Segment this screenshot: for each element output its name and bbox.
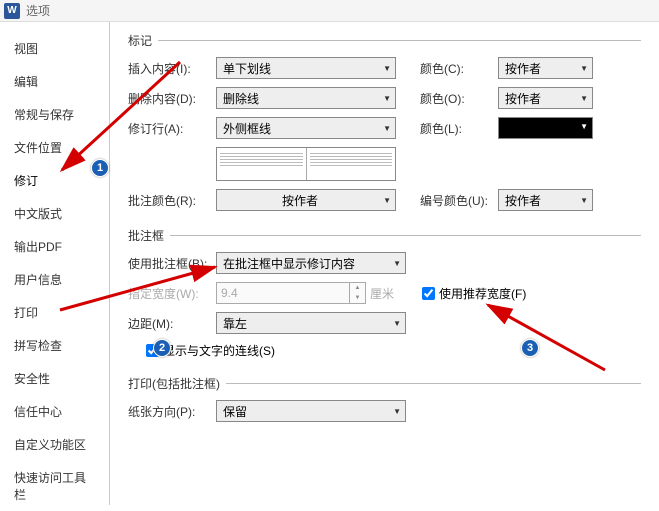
sidebar-item-9[interactable]: 拼写检查 — [0, 329, 109, 362]
label-insert: 插入内容(I): — [128, 60, 216, 77]
spin-up-icon[interactable]: ▲ — [350, 283, 365, 293]
annotation-badge-1: 1 — [91, 159, 109, 177]
legend-print: 打印(包括批注框) — [128, 375, 226, 392]
checkbox-recommended-width[interactable]: 使用推荐宽度(F) — [422, 285, 526, 302]
group-print: 打印(包括批注框) 纸张方向(P): 保留 — [128, 375, 641, 430]
sidebar-item-5[interactable]: 中文版式 — [0, 197, 109, 230]
sidebar-item-10[interactable]: 安全性 — [0, 362, 109, 395]
label-num-color: 编号颜色(U): — [420, 192, 498, 209]
dropdown-insert[interactable]: 单下划线 — [216, 57, 396, 79]
dropdown-margin[interactable]: 靠左 — [216, 312, 406, 334]
sidebar-item-0[interactable]: 视图 — [0, 32, 109, 65]
dropdown-use-balloon[interactable]: 在批注框中显示修订内容 — [216, 252, 406, 274]
sidebar-item-12[interactable]: 自定义功能区 — [0, 428, 109, 461]
dropdown-num-color[interactable]: 按作者 — [498, 189, 593, 211]
dropdown-revise[interactable]: 外侧框线 — [216, 117, 396, 139]
app-icon: W — [4, 3, 20, 19]
dropdown-annot-color[interactable]: 按作者 — [216, 189, 396, 211]
dropdown-insert-color[interactable]: 按作者 — [498, 57, 593, 79]
label-insert-color: 颜色(C): — [420, 60, 498, 77]
annotation-badge-3: 3 — [521, 339, 539, 357]
window-title: 选项 — [26, 2, 50, 19]
label-revise: 修订行(A): — [128, 120, 216, 137]
label-orient: 纸张方向(P): — [128, 403, 216, 420]
sidebar-item-3[interactable]: 文件位置 — [0, 131, 109, 164]
spinner-width[interactable]: 9.4 ▲▼ — [216, 282, 366, 304]
legend-balloon: 批注框 — [128, 227, 170, 244]
label-delete-color: 颜色(O): — [420, 90, 498, 107]
label-margin: 边距(M): — [128, 315, 216, 332]
dropdown-delete-color[interactable]: 按作者 — [498, 87, 593, 109]
annotation-badge-2: 2 — [153, 339, 171, 357]
label-annot-color: 批注颜色(R): — [128, 192, 216, 209]
group-marks: 标记 插入内容(I): 单下划线 颜色(C): 按作者 删除内容(D): 删除线… — [128, 32, 641, 219]
sidebar-item-1[interactable]: 编辑 — [0, 65, 109, 98]
sidebar-item-8[interactable]: 打印 — [0, 296, 109, 329]
label-revise-color: 颜色(L): — [420, 120, 498, 137]
sidebar-item-11[interactable]: 信任中心 — [0, 395, 109, 428]
dropdown-orient[interactable]: 保留 — [216, 400, 406, 422]
group-balloon: 批注框 使用批注框(B): 在批注框中显示修订内容 指定宽度(W): 9.4 ▲… — [128, 227, 641, 367]
sidebar-item-6[interactable]: 输出PDF — [0, 230, 109, 263]
color-swatch-revise[interactable] — [498, 117, 593, 139]
revision-preview — [216, 147, 396, 181]
checkbox-recommended-input[interactable] — [422, 287, 435, 300]
spin-down-icon[interactable]: ▼ — [350, 293, 365, 303]
label-delete: 删除内容(D): — [128, 90, 216, 107]
content-panel: 标记 插入内容(I): 单下划线 颜色(C): 按作者 删除内容(D): 删除线… — [110, 22, 659, 505]
label-use-balloon: 使用批注框(B): — [128, 255, 216, 272]
label-width: 指定宽度(W): — [128, 285, 216, 302]
titlebar: W 选项 — [0, 0, 659, 22]
sidebar: 视图编辑常规与保存文件位置修订中文版式输出PDF用户信息打印拼写检查安全性信任中… — [0, 22, 110, 505]
legend-marks: 标记 — [128, 32, 158, 49]
unit-width: 厘米 — [370, 285, 394, 302]
sidebar-item-7[interactable]: 用户信息 — [0, 263, 109, 296]
dropdown-delete[interactable]: 删除线 — [216, 87, 396, 109]
sidebar-item-2[interactable]: 常规与保存 — [0, 98, 109, 131]
sidebar-item-13[interactable]: 快速访问工具栏 — [0, 461, 109, 511]
